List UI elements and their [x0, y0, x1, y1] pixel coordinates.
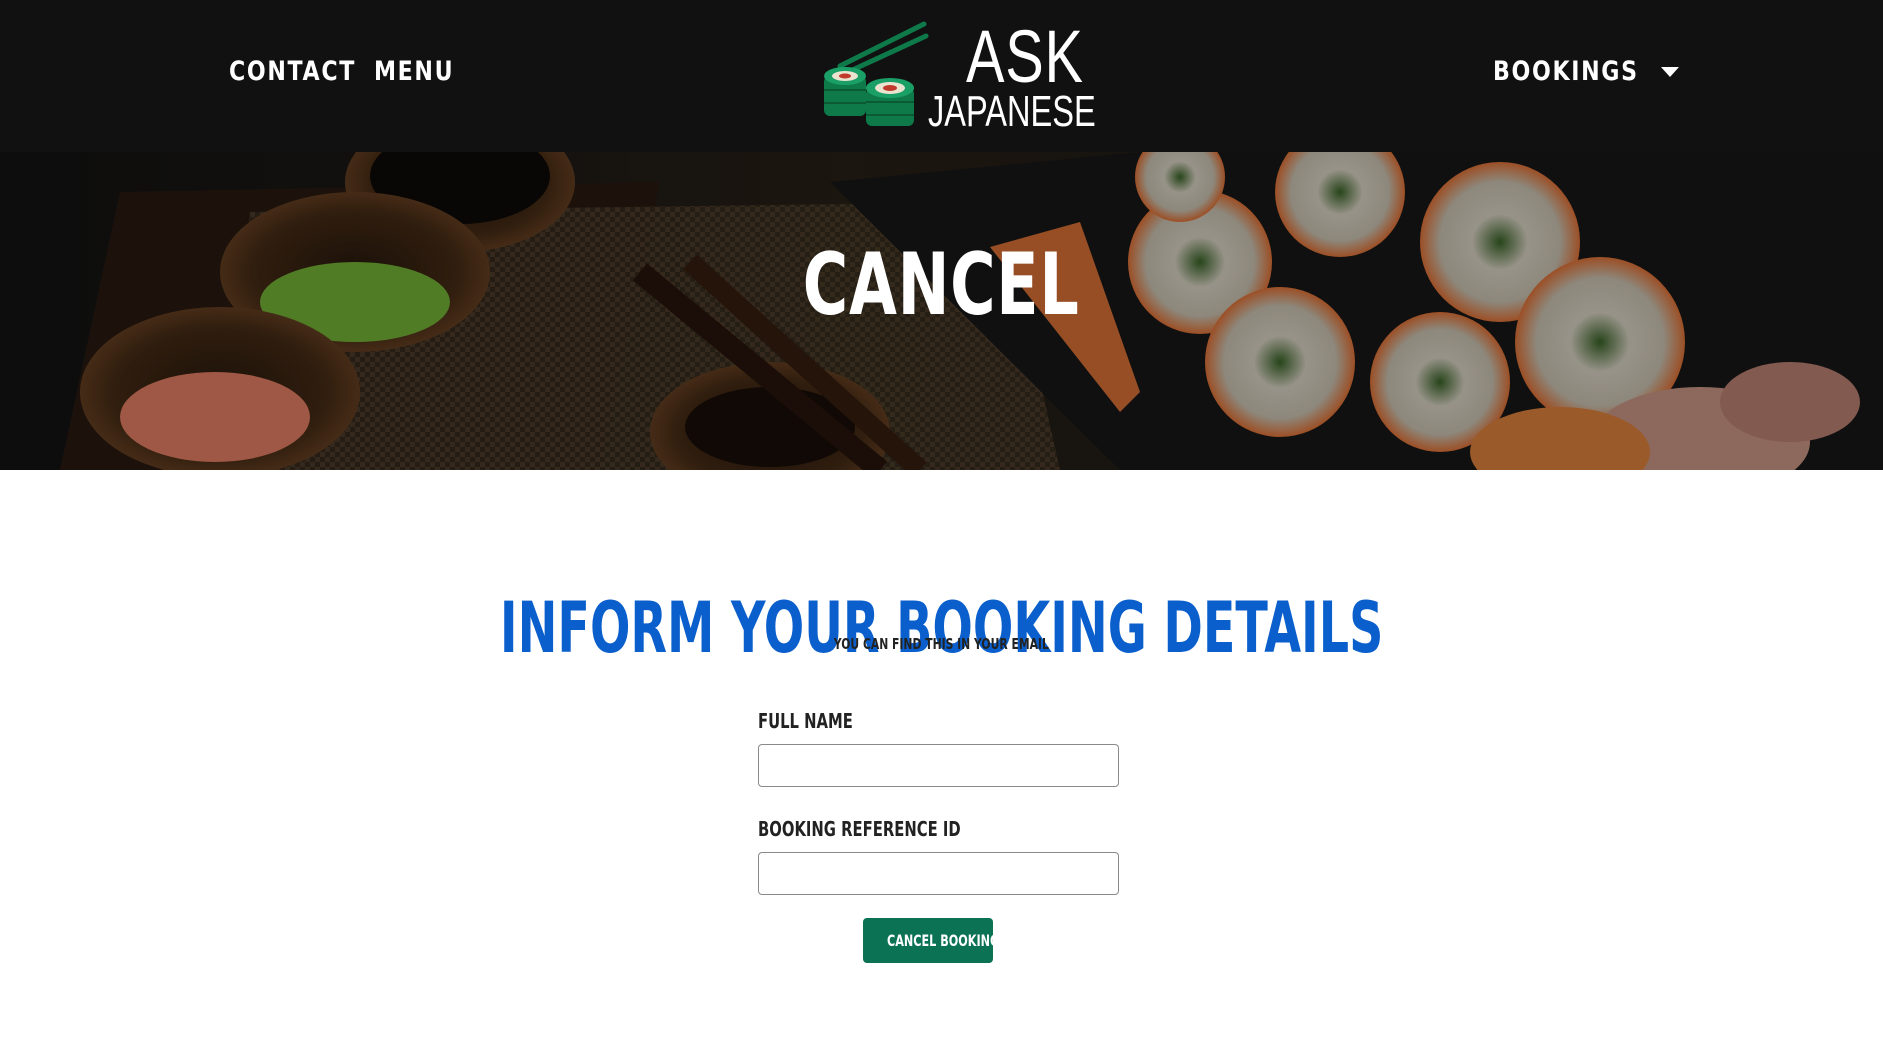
- caret-down-icon: [1660, 67, 1679, 77]
- full-name-input[interactable]: [758, 744, 1119, 787]
- booking-reference-label: BOOKING REFERENCE ID: [758, 817, 961, 841]
- full-name-group: FULL NAME: [758, 706, 1120, 787]
- site-logo[interactable]: ASK JAPANESE: [822, 18, 1096, 136]
- bookings-dropdown[interactable]: BOOKINGS: [1493, 52, 1679, 92]
- email-hint-text: YOU CAN FIND THIS IN YOUR EMAIL: [833, 635, 1050, 653]
- nav-link-contact[interactable]: CONTACT: [229, 52, 356, 92]
- nav-link-bookings: BOOKINGS: [1493, 56, 1639, 87]
- logo-text-ask: ASK: [966, 15, 1084, 98]
- nav-link-menu[interactable]: MENU: [374, 52, 454, 92]
- sushi-chopsticks-logo-icon: [824, 21, 929, 126]
- logo-text-japanese: JAPANESE: [928, 87, 1096, 136]
- hero-title: CANCEL: [803, 234, 1080, 335]
- booking-reference-input[interactable]: [758, 852, 1119, 895]
- booking-details-heading: INFORM YOUR BOOKING DETAILS: [499, 587, 1384, 670]
- cancel-booking-form: FULL NAME BOOKING REFERENCE ID: [758, 706, 1120, 895]
- cancel-booking-button[interactable]: CANCEL BOOKING: [863, 918, 999, 963]
- booking-reference-group: BOOKING REFERENCE ID: [758, 814, 1120, 895]
- hero-banner: CANCEL: [0, 152, 1883, 470]
- site-header: CONTACT MENU ASK JAPANESE BOOKINGS: [0, 0, 1883, 152]
- primary-nav: CONTACT MENU: [229, 52, 472, 92]
- full-name-label: FULL NAME: [758, 709, 853, 733]
